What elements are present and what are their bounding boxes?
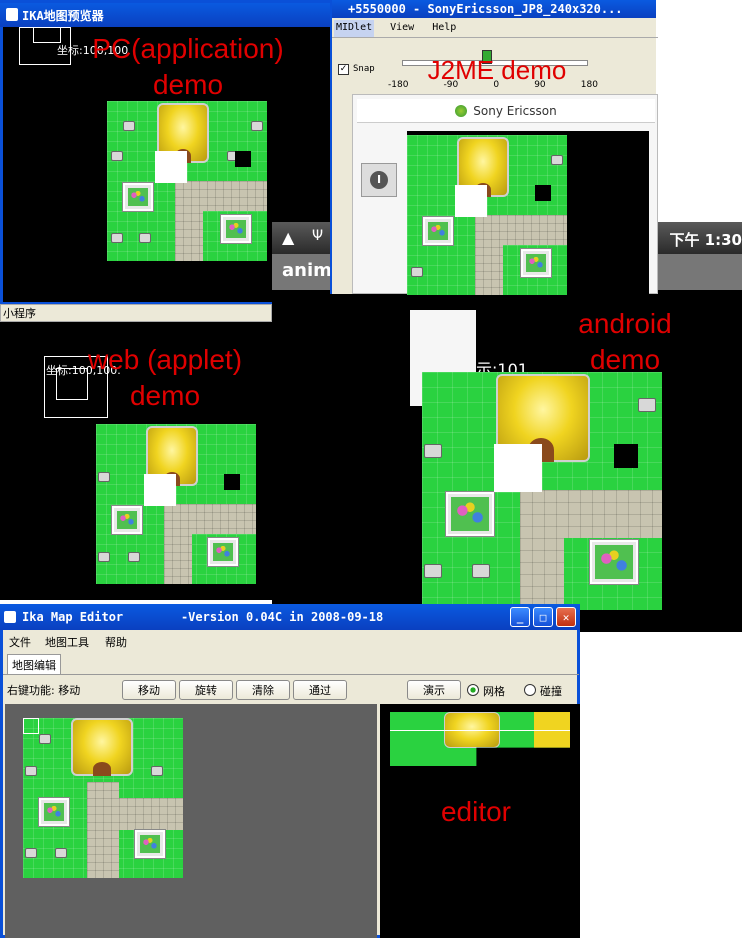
j2me-map <box>407 135 567 295</box>
tile-palette[interactable]: editor <box>380 704 580 938</box>
selected-tile <box>23 718 39 734</box>
editor-title: Ika Map Editor -Version 0.04C in 2008-09… <box>22 610 384 624</box>
menu-help[interactable]: 帮助 <box>105 634 127 650</box>
minimize-button[interactable]: _ <box>510 607 530 627</box>
tab-map-edit[interactable]: 地图编辑 <box>7 654 61 674</box>
pc-titlebar[interactable]: IKA地图预览器 <box>0 3 335 27</box>
usb-icon: Ψ <box>312 228 324 244</box>
pc-demo-label: PC(application) demo <box>92 33 284 100</box>
editor-titlebar[interactable]: Ika Map Editor -Version 0.04C in 2008-09… <box>0 604 580 630</box>
info-icon: I <box>370 171 388 189</box>
pc-map <box>107 101 267 261</box>
editor-label: editor <box>440 796 512 827</box>
web-map <box>96 424 256 584</box>
pc-title: IKA地图预览器 <box>22 8 104 23</box>
web-titlebar: 小程序 <box>0 304 272 322</box>
brand-bar: Sony Ericsson <box>357 99 655 123</box>
editor-map <box>23 718 183 878</box>
maximize-button[interactable]: □ <box>533 607 553 627</box>
editor-window: Ika Map Editor -Version 0.04C in 2008-09… <box>0 604 580 938</box>
pass-button[interactable]: 通过 <box>293 680 347 700</box>
android-time: 下午 1:30 <box>669 231 742 249</box>
grid-radio[interactable] <box>467 684 479 696</box>
web-applet: 小程序 坐标:100,100. web (applet) demo <box>0 304 410 600</box>
demo-button[interactable]: 演示 <box>407 680 461 700</box>
j2me-demo-label: J2ME demo <box>427 55 567 85</box>
menu-view[interactable]: View <box>388 20 416 37</box>
menu-file[interactable]: 文件 <box>9 634 31 650</box>
j2me-title: +5550000 - SonyEricsson_JP8_240x320... <box>348 2 623 16</box>
brand-name: Sony Ericsson <box>473 103 557 118</box>
warning-icon: ▲ <box>282 228 295 247</box>
snap-label: Snap <box>353 64 375 74</box>
menu-help[interactable]: Help <box>430 20 458 37</box>
j2me-menubar: MIDlet View Help <box>332 20 658 38</box>
collision-radio[interactable] <box>524 684 536 696</box>
menu-map-tools[interactable]: 地图工具 <box>45 634 89 650</box>
j2me-window: +5550000 - SonyEricsson_JP8_240x320... M… <box>330 0 658 295</box>
android-app-title: anim <box>282 260 332 281</box>
android-map <box>422 372 662 610</box>
tab-underline <box>3 674 579 675</box>
java-icon <box>6 8 18 21</box>
grid-radio-label: 网格 <box>483 685 505 698</box>
pc-white-cursor <box>155 151 187 183</box>
pc-viewport-inner <box>33 27 61 43</box>
clear-button[interactable]: 清除 <box>236 680 290 700</box>
j2me-titlebar[interactable]: +5550000 - SonyEricsson_JP8_240x320... <box>332 0 656 18</box>
palette-tiles <box>390 712 570 766</box>
move-button[interactable]: 移动 <box>122 680 176 700</box>
android-demo-label: android demo <box>578 308 672 375</box>
collision-radio-label: 碰撞 <box>540 685 562 698</box>
close-button[interactable]: ✕ <box>556 607 576 627</box>
phone-body: Sony Ericsson I <box>352 94 658 295</box>
rotate-button[interactable]: 旋转 <box>179 680 233 700</box>
snap-checkbox[interactable]: ✓ <box>338 64 349 75</box>
editor-canvas[interactable] <box>5 704 377 938</box>
menu-midlet[interactable]: MIDlet <box>334 20 375 37</box>
java-icon <box>4 611 16 623</box>
phone-side-button[interactable]: I <box>361 163 397 197</box>
right-click-label: 右键功能: 移动 <box>7 684 81 697</box>
sony-logo-icon <box>455 104 468 117</box>
web-demo-label: web (applet) demo <box>87 344 243 411</box>
phone-screen <box>407 131 649 295</box>
web-title: 小程序 <box>3 307 36 320</box>
